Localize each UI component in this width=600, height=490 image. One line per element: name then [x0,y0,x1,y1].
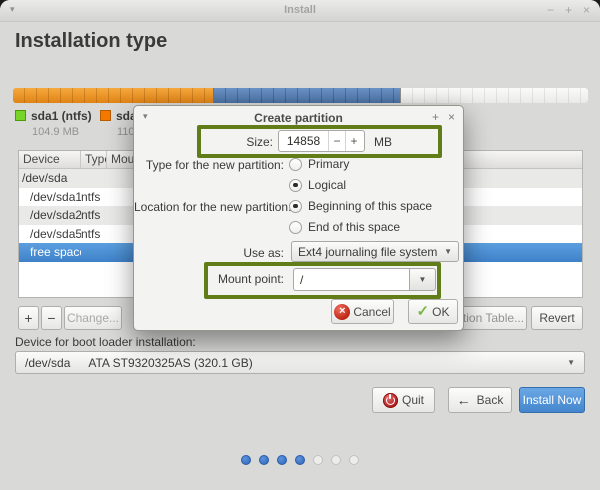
create-partition-dialog: ▾ Create partition + × Size: 14858 − + M… [133,105,464,331]
progress-dot-inactive [331,455,341,465]
progress-dot-active [277,455,287,465]
chevron-down-icon: ▼ [419,275,427,284]
progress-dot-active [295,455,305,465]
cell-device: /dev/sda1 [19,190,81,204]
mount-point-label: Mount point: [134,272,284,286]
ok-label: OK [432,305,449,319]
radio-beginning[interactable]: Beginning of this space [289,199,432,213]
back-button[interactable]: ← Back [448,387,512,413]
radio-label: Logical [308,178,346,192]
check-icon: ✓ [417,304,430,319]
size-increment-button[interactable]: + [345,131,362,151]
ok-button[interactable]: ✓ OK [408,299,458,324]
minimize-icon[interactable]: − [547,3,554,17]
cell-type: ntfs [81,190,107,204]
window-title: Install [0,4,600,16]
progress-dot-inactive [349,455,359,465]
radio-label: End of this space [308,220,400,234]
column-header-type[interactable]: Type [81,151,107,168]
progress-dot-active [259,455,269,465]
progress-dot-active [241,455,251,465]
partition-segment-sda5 [214,88,401,103]
add-partition-button[interactable]: + [18,306,39,330]
change-button[interactable]: Change... [64,306,122,330]
radio-primary[interactable]: Primary [289,157,349,171]
cell-type: ntfs [81,227,107,241]
radio-logical[interactable]: Logical [289,178,346,192]
install-now-label: Install Now [523,393,582,407]
maximize-icon[interactable]: + [565,3,572,17]
radio-icon [289,158,302,171]
revert-button[interactable]: Revert [531,306,583,330]
dialog-close-icon[interactable]: × [448,110,455,124]
size-spinbox[interactable]: 14858 − + [278,130,365,152]
legend-label: sda1 (ntfs) [31,109,92,123]
radio-label: Primary [308,157,349,171]
mount-point-dropdown-button[interactable]: ▼ [409,268,436,291]
legend-item-sda1: sda1 (ntfs) 104.9 MB [15,107,92,138]
radio-checked-icon [289,179,302,192]
bootloader-description: ATA ST9320325AS (320.1 GB) [88,356,252,370]
size-value[interactable]: 14858 [279,131,328,151]
size-decrement-button[interactable]: − [328,131,345,151]
cell-device: /dev/sda5 [19,227,81,241]
page-title: Installation type [15,30,167,53]
cancel-label: Cancel [353,305,390,319]
disk-partition-bar [13,88,588,103]
cell-device: free space [19,245,81,259]
partition-segment-free [401,88,588,103]
dialog-title: Create partition [134,111,463,125]
installer-window: ▾ Install − + × Installation type sda1 (… [0,0,600,490]
cancel-button[interactable]: × Cancel [331,299,394,324]
progress-dots [0,455,600,465]
legend-swatch-orange [100,110,111,121]
legend-size: 104.9 MB [32,126,92,138]
close-icon[interactable]: × [583,3,590,17]
use-as-value: Ext4 journaling file system [298,245,437,259]
use-as-label: Use as: [134,246,284,260]
bootloader-device-select[interactable]: /dev/sda ATA ST9320325AS (320.1 GB) ▼ [15,351,585,374]
back-label: Back [477,393,504,407]
power-icon [383,393,398,408]
cell-type: ntfs [81,208,107,222]
cell-device: /dev/sda [19,171,81,185]
progress-dot-inactive [313,455,323,465]
cancel-cross-icon: × [334,304,350,320]
chevron-down-icon: ▼ [567,358,575,367]
partition-segment-sda2 [13,88,214,103]
radio-end[interactable]: End of this space [289,220,400,234]
install-now-button[interactable]: Install Now [519,387,585,413]
size-unit-label: MB [374,135,392,149]
radio-label: Beginning of this space [308,199,432,213]
column-header-device[interactable]: Device [19,151,81,168]
mount-point-input[interactable]: / [293,268,409,291]
dialog-maximize-icon[interactable]: + [432,110,439,124]
mount-point-combo[interactable]: / ▼ [293,268,436,291]
radio-icon [289,221,302,234]
window-titlebar[interactable]: ▾ Install − + × [0,0,600,22]
bootloader-label: Device for boot loader installation: [15,335,196,349]
location-label: Location for the new partition: [134,200,284,214]
cell-device: /dev/sda2 [19,208,81,222]
radio-checked-icon [289,200,302,213]
type-label: Type for the new partition: [134,158,284,172]
quit-button[interactable]: Quit [372,387,435,413]
quit-label: Quit [402,393,424,407]
use-as-select[interactable]: Ext4 journaling file system ▼ [291,241,459,262]
back-arrow-icon: ← [457,392,471,408]
legend-swatch-green [15,110,26,121]
remove-partition-button[interactable]: − [41,306,62,330]
bootloader-device: /dev/sda [25,356,70,370]
size-label: Size: [134,135,273,149]
chevron-down-icon: ▼ [444,247,452,256]
